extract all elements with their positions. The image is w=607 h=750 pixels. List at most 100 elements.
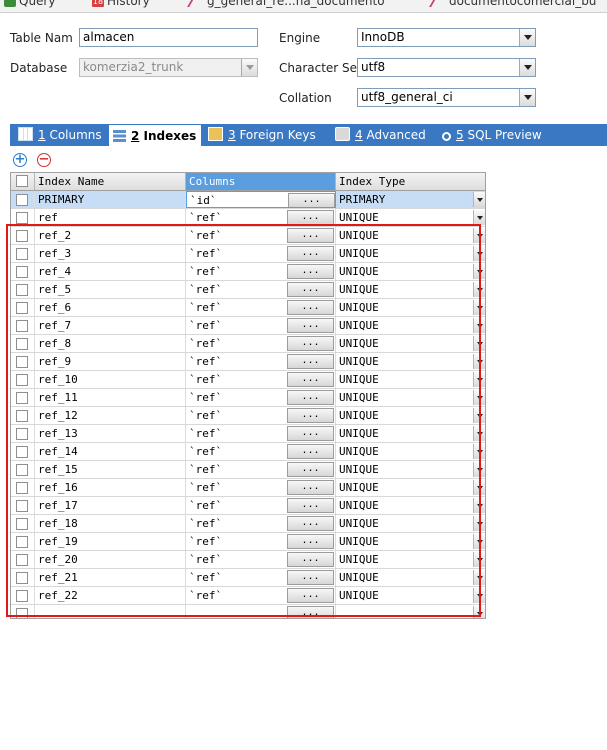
- chevron-down-icon[interactable]: [473, 588, 485, 603]
- chevron-down-icon[interactable]: [473, 390, 485, 405]
- chevron-down-icon[interactable]: [473, 408, 485, 423]
- index-type-cell[interactable]: UNIQUE: [336, 263, 485, 280]
- columns-cell[interactable]: ...: [186, 605, 336, 618]
- row-checkbox[interactable]: [16, 356, 28, 368]
- row-checkbox[interactable]: [16, 500, 28, 512]
- history-tab[interactable]: 18 History: [92, 0, 150, 10]
- index-type-cell[interactable]: UNIQUE: [336, 281, 485, 298]
- table-row[interactable]: ref_10 `ref`... UNIQUE: [11, 371, 485, 389]
- row-checkbox[interactable]: [16, 266, 28, 278]
- engine-select[interactable]: InnoDB: [357, 28, 536, 47]
- index-name-cell[interactable]: ref_22: [35, 587, 186, 604]
- edit-columns-button[interactable]: ...: [288, 193, 335, 207]
- row-checkbox[interactable]: [16, 230, 28, 242]
- chevron-down-icon[interactable]: [519, 29, 535, 46]
- index-name-cell[interactable]: ref_6: [35, 299, 186, 316]
- edit-columns-button[interactable]: ...: [287, 210, 334, 225]
- edit-columns-button[interactable]: ...: [287, 300, 334, 315]
- chevron-down-icon[interactable]: [473, 552, 485, 567]
- columns-cell[interactable]: `ref`...: [186, 353, 336, 370]
- row-checkbox[interactable]: [16, 608, 28, 618]
- row-checkbox[interactable]: [16, 392, 28, 404]
- columns-cell[interactable]: `ref`...: [186, 497, 336, 514]
- table-row[interactable]: ref_9 `ref`... UNIQUE: [11, 353, 485, 371]
- index-type-cell[interactable]: UNIQUE: [336, 425, 485, 442]
- columns-cell[interactable]: `ref`...: [186, 299, 336, 316]
- row-checkbox[interactable]: [16, 536, 28, 548]
- row-checkbox[interactable]: [16, 428, 28, 440]
- index-name-cell[interactable]: ref_17: [35, 497, 186, 514]
- row-checkbox[interactable]: [16, 320, 28, 332]
- columns-cell[interactable]: `ref`...: [186, 587, 336, 604]
- columns-cell[interactable]: `ref`...: [186, 515, 336, 532]
- table-row[interactable]: ref_2 `ref`... UNIQUE: [11, 227, 485, 245]
- table-row[interactable]: ref_13 `ref`... UNIQUE: [11, 425, 485, 443]
- tab-foreign-keys[interactable]: 3 Foreign Keys: [208, 124, 316, 146]
- index-name-cell[interactable]: ref_2: [35, 227, 186, 244]
- header-index-type[interactable]: Index Type: [336, 173, 485, 190]
- chevron-down-icon[interactable]: [473, 570, 485, 585]
- index-type-cell[interactable]: UNIQUE: [336, 245, 485, 262]
- index-type-cell[interactable]: UNIQUE: [336, 209, 485, 226]
- index-type-cell[interactable]: UNIQUE: [336, 335, 485, 352]
- table-row[interactable]: ref_6 `ref`... UNIQUE: [11, 299, 485, 317]
- chevron-down-icon[interactable]: [473, 228, 485, 243]
- chevron-down-icon[interactable]: [473, 264, 485, 279]
- columns-cell[interactable]: `ref`...: [186, 245, 336, 262]
- edit-columns-button[interactable]: ...: [287, 534, 334, 549]
- row-checkbox[interactable]: [16, 554, 28, 566]
- chevron-down-icon[interactable]: [473, 516, 485, 531]
- edit-columns-button[interactable]: ...: [287, 264, 334, 279]
- tab-sql-preview[interactable]: 5 SQL Preview: [442, 124, 542, 146]
- edit-columns-button[interactable]: ...: [287, 462, 334, 477]
- edit-columns-button[interactable]: ...: [287, 390, 334, 405]
- table-row[interactable]: ref_20 `ref`... UNIQUE: [11, 551, 485, 569]
- table-tab-documento[interactable]: documentocomercial_bu: [429, 0, 596, 10]
- edit-columns-button[interactable]: ...: [287, 444, 334, 459]
- columns-cell[interactable]: `ref`...: [186, 335, 336, 352]
- chevron-down-icon[interactable]: [473, 426, 485, 441]
- chevron-down-icon[interactable]: [473, 444, 485, 459]
- columns-cell[interactable]: `ref`...: [186, 371, 336, 388]
- index-type-cell[interactable]: UNIQUE: [336, 317, 485, 334]
- edit-columns-button[interactable]: ...: [287, 552, 334, 567]
- chevron-down-icon[interactable]: [473, 336, 485, 351]
- columns-cell[interactable]: `ref`...: [186, 389, 336, 406]
- row-checkbox[interactable]: [16, 284, 28, 296]
- row-checkbox[interactable]: [16, 518, 28, 530]
- index-name-cell[interactable]: ref_14: [35, 443, 186, 460]
- chevron-down-icon[interactable]: [473, 282, 485, 297]
- index-name-cell[interactable]: ref_15: [35, 461, 186, 478]
- row-checkbox[interactable]: [16, 572, 28, 584]
- edit-columns-button[interactable]: ...: [287, 318, 334, 333]
- chevron-down-icon[interactable]: [473, 498, 485, 513]
- table-row[interactable]: ref `ref`... UNIQUE: [11, 209, 485, 227]
- chevron-down-icon[interactable]: [473, 534, 485, 549]
- columns-cell[interactable]: `ref`...: [186, 479, 336, 496]
- table-row[interactable]: ref_18 `ref`... UNIQUE: [11, 515, 485, 533]
- index-name-cell[interactable]: ref_11: [35, 389, 186, 406]
- row-checkbox[interactable]: [16, 374, 28, 386]
- columns-cell[interactable]: `ref`...: [186, 425, 336, 442]
- header-index-name[interactable]: Index Name: [35, 173, 186, 190]
- index-type-cell[interactable]: UNIQUE: [336, 479, 485, 496]
- index-type-cell[interactable]: UNIQUE: [336, 371, 485, 388]
- collation-select[interactable]: utf8_general_ci: [357, 88, 536, 107]
- table-row[interactable]: ref_3 `ref`... UNIQUE: [11, 245, 485, 263]
- index-name-cell[interactable]: ref_4: [35, 263, 186, 280]
- columns-cell[interactable]: `ref`...: [186, 227, 336, 244]
- columns-cell[interactable]: `ref`...: [186, 209, 336, 226]
- chevron-down-icon[interactable]: [473, 372, 485, 387]
- columns-cell[interactable]: `ref`...: [186, 407, 336, 424]
- index-type-cell[interactable]: UNIQUE: [336, 587, 485, 604]
- edit-columns-button[interactable]: ...: [287, 498, 334, 513]
- index-name-cell[interactable]: ref_7: [35, 317, 186, 334]
- row-checkbox[interactable]: [16, 302, 28, 314]
- index-type-cell[interactable]: UNIQUE: [336, 569, 485, 586]
- table-row[interactable]: ref_5 `ref`... UNIQUE: [11, 281, 485, 299]
- columns-cell[interactable]: `ref`...: [186, 533, 336, 550]
- chevron-down-icon[interactable]: [473, 462, 485, 477]
- chevron-down-icon[interactable]: [473, 480, 485, 495]
- columns-cell[interactable]: `ref`...: [186, 461, 336, 478]
- header-columns[interactable]: Columns: [186, 173, 336, 190]
